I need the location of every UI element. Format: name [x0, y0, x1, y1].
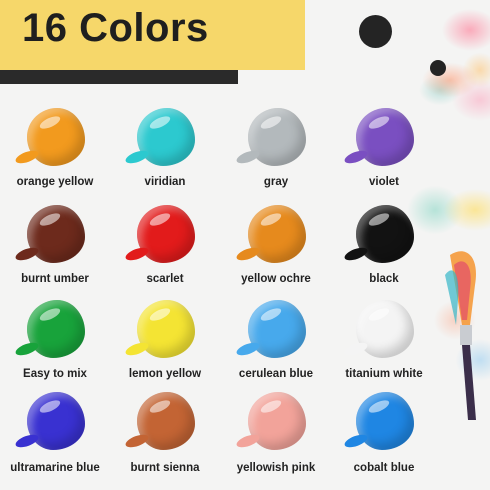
- paint-blob: [356, 205, 414, 263]
- color-label: burnt umber: [21, 273, 89, 285]
- color-label: cerulean blue: [238, 368, 314, 380]
- paint-blob: [27, 205, 85, 263]
- title-underline-bar: [0, 70, 238, 84]
- color-label: gray: [263, 176, 289, 188]
- paint-blob: [137, 205, 195, 263]
- paint-blob: [248, 108, 306, 166]
- decorative-dot: [359, 15, 392, 48]
- color-label: cobalt blue: [353, 462, 415, 474]
- paint-blob: [356, 300, 414, 358]
- paint-blob: [248, 392, 306, 450]
- title-banner: 16 Colors: [0, 0, 305, 70]
- color-label: burnt sienna: [130, 462, 200, 474]
- color-label: Easy to mix: [23, 368, 87, 380]
- color-label: ultramarine blue: [10, 462, 100, 474]
- color-label: yellow ochre: [241, 273, 311, 285]
- color-label: yellowish pink: [236, 462, 316, 474]
- paintbrush-icon: [445, 251, 476, 420]
- paint-blob: [137, 300, 195, 358]
- paint-blob: [27, 108, 85, 166]
- paint-splash-decoration: [320, 0, 490, 120]
- paint-blob: [27, 300, 85, 358]
- color-label: orange yellow: [16, 176, 94, 188]
- paint-blob: [137, 392, 195, 450]
- decorative-dot: [430, 60, 446, 76]
- paint-blob: [356, 392, 414, 450]
- color-label: titanium white: [345, 368, 423, 380]
- paint-blob: [248, 300, 306, 358]
- paint-blob: [27, 392, 85, 450]
- color-label: viridian: [144, 176, 186, 188]
- color-label: black: [369, 273, 399, 285]
- paint-blob: [137, 108, 195, 166]
- paint-blob: [356, 108, 414, 166]
- page-title: 16 Colors: [22, 6, 209, 50]
- color-label: violet: [368, 176, 400, 188]
- color-label: scarlet: [146, 273, 184, 285]
- paint-blob: [248, 205, 306, 263]
- color-label: lemon yellow: [128, 368, 202, 380]
